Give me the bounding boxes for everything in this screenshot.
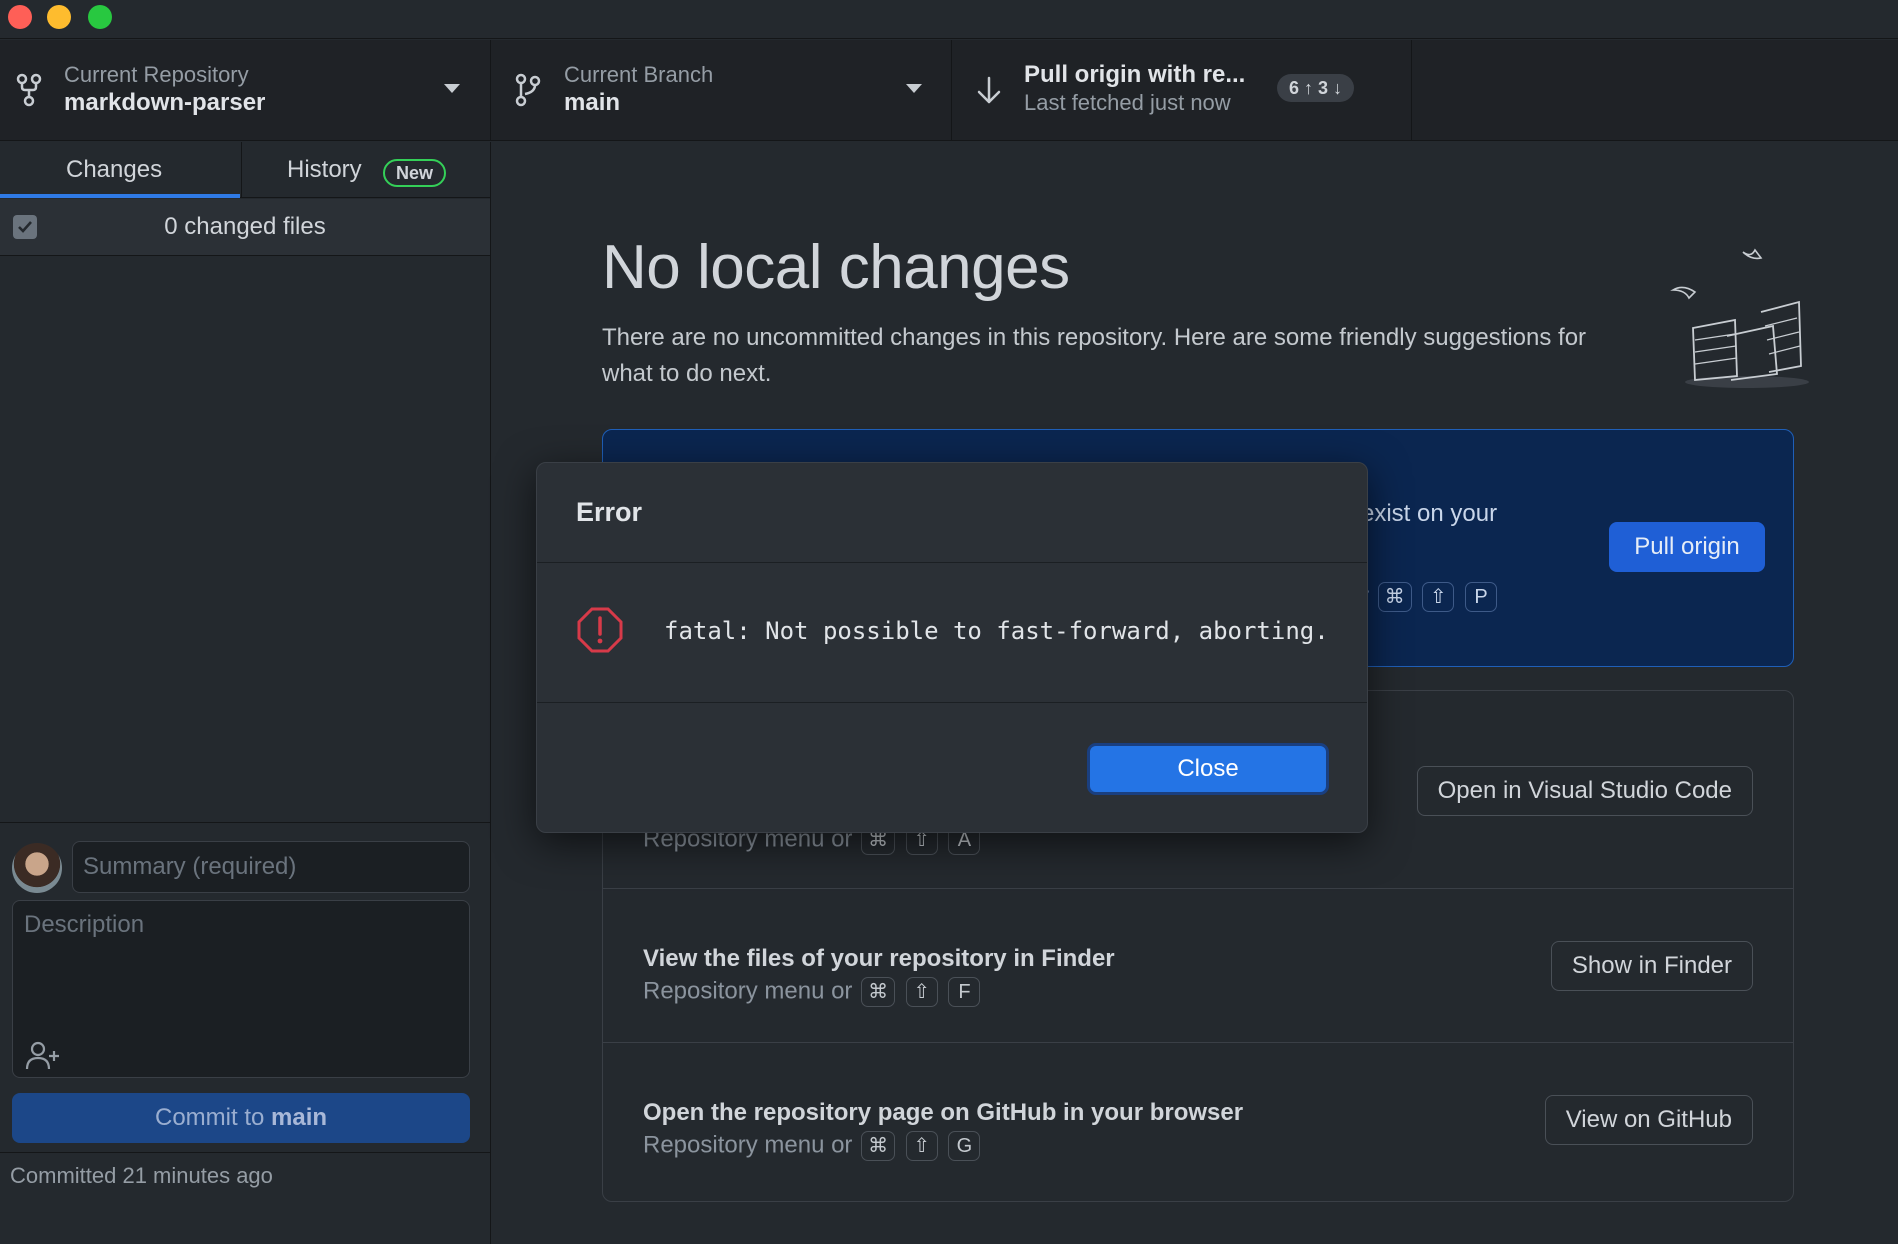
- current-repository-button[interactable]: Current Repository markdown-parser: [0, 40, 491, 140]
- dialog-title: Error: [576, 497, 643, 527]
- tab-history-label: History: [287, 156, 362, 183]
- changed-files-count: 0 changed files: [164, 213, 326, 240]
- commit-button[interactable]: Commit to main: [12, 1093, 470, 1143]
- avatar: [12, 843, 62, 893]
- current-branch-button[interactable]: Current Branch main: [491, 40, 952, 140]
- ahead-behind-badge: 6 ↑ 3 ↓: [1277, 74, 1355, 102]
- new-badge: New: [383, 159, 447, 187]
- toolbar: Current Repository markdown-parser Curre…: [0, 40, 1898, 141]
- error-dialog: Error fatal: Not possible to fast-forwar…: [536, 462, 1368, 833]
- kbd-command: ⌘: [1377, 582, 1412, 612]
- error-octagon-icon: [577, 607, 623, 653]
- tab-changes-label: Changes: [66, 156, 163, 183]
- chevron-down-icon: [444, 84, 460, 93]
- pull-suggestion-hint: r ⌘ ⇧ P: [1361, 582, 1499, 612]
- list-item-finder: View the files of your repository in Fin…: [603, 889, 1793, 1043]
- finder-title: View the files of your repository in Fin…: [643, 945, 1115, 972]
- git-branch-icon: [515, 73, 541, 107]
- commit-button-branch: main: [271, 1104, 328, 1131]
- pull-origin-cta-button[interactable]: Pull origin: [1609, 522, 1765, 572]
- kbd-key: P: [1465, 582, 1498, 612]
- last-commit-text: Committed 21 minutes ago: [10, 1163, 273, 1188]
- dialog-body: fatal: Not possible to fast-forward, abo…: [537, 564, 1367, 703]
- changed-files-header: 0 changed files: [0, 199, 490, 256]
- description-box: [12, 900, 470, 1078]
- sidebar: Changes History New 0 changed files Comm…: [0, 142, 491, 1244]
- branch-name: main: [564, 89, 621, 116]
- finder-hint: Repository menu or ⌘ ⇧ F: [643, 977, 982, 1007]
- show-in-finder-button[interactable]: Show in Finder: [1550, 941, 1753, 991]
- repo-name: markdown-parser: [64, 89, 266, 116]
- pull-title: Pull origin with re...: [1024, 61, 1246, 88]
- summary-input[interactable]: [72, 841, 470, 893]
- dialog-header: Error: [537, 463, 1367, 563]
- tab-history[interactable]: History New: [241, 142, 490, 198]
- window-close-button[interactable]: [8, 5, 32, 29]
- branch-label: Current Branch: [564, 62, 714, 87]
- ahead-count: 6: [1289, 78, 1300, 98]
- kbd-shift: ⇧: [1422, 582, 1455, 612]
- close-button[interactable]: Close: [1087, 743, 1329, 795]
- arrow-up-icon: ↑: [1304, 78, 1314, 98]
- pull-origin-button[interactable]: Pull origin with re... Last fetched just…: [952, 40, 1412, 140]
- kbd-command: ⌘: [861, 1131, 896, 1161]
- arrow-down-icon: [977, 76, 1001, 104]
- error-message: fatal: Not possible to fast-forward, abo…: [664, 617, 1329, 645]
- github-hint-text: Repository menu or: [643, 1131, 853, 1159]
- repo-label: Current Repository: [64, 62, 249, 87]
- kbd-shift: ⇧: [905, 977, 938, 1007]
- chevron-down-icon: [906, 84, 922, 93]
- page-subtitle: There are no uncommitted changes in this…: [602, 324, 1587, 387]
- last-commit-strip: Committed 21 minutes ago: [0, 1152, 490, 1192]
- kbd-key: G: [948, 1131, 981, 1161]
- list-item-github: Open the repository page on GitHub in yo…: [603, 1043, 1793, 1201]
- window-minimize-button[interactable]: [47, 5, 71, 29]
- pull-suggestion-text: exist on your: [1361, 500, 1498, 527]
- commit-button-prefix: Commit to: [154, 1104, 271, 1131]
- kbd-key: F: [948, 977, 981, 1007]
- kbd-shift: ⇧: [905, 1131, 938, 1161]
- open-in-editor-button[interactable]: Open in Visual Studio Code: [1416, 766, 1753, 816]
- last-fetched: Last fetched just now: [1024, 90, 1231, 115]
- view-on-github-button[interactable]: View on GitHub: [1544, 1095, 1753, 1145]
- arrow-down-icon: ↓: [1333, 78, 1343, 98]
- github-title: Open the repository page on GitHub in yo…: [643, 1099, 1244, 1126]
- window-titlebar: [0, 0, 1898, 39]
- github-hint: Repository menu or ⌘ ⇧ G: [643, 1131, 982, 1161]
- empty-state-illustration: [1670, 248, 1809, 388]
- sidebar-tabs: Changes History New: [0, 142, 490, 198]
- behind-count: 3: [1318, 78, 1329, 98]
- repo-fork-icon: [16, 73, 42, 107]
- kbd-command: ⌘: [861, 977, 896, 1007]
- window-zoom-button[interactable]: [88, 5, 112, 29]
- tab-changes[interactable]: Changes: [0, 142, 240, 198]
- page-title: No local changes: [602, 233, 1070, 302]
- finder-hint-text: Repository menu or: [643, 977, 853, 1005]
- description-input[interactable]: [13, 901, 469, 1031]
- add-coauthor-icon[interactable]: [23, 1039, 63, 1073]
- commit-form: Commit to main Committed 21 minutes ago: [0, 822, 490, 1244]
